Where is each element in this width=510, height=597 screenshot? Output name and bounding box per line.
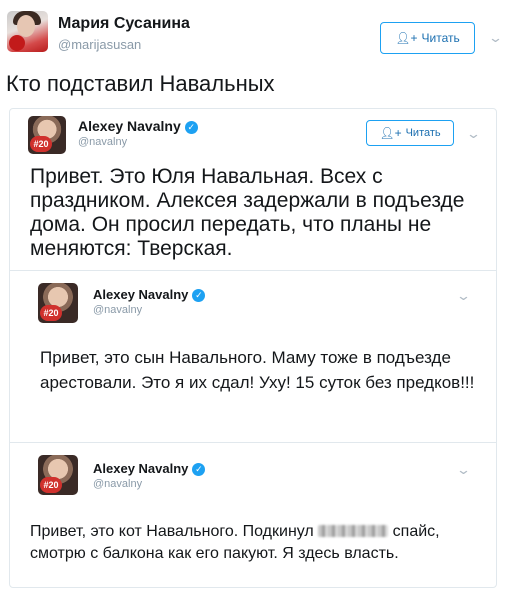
tweet-text: Кто подставил Навальных bbox=[6, 71, 275, 96]
chevron-down-icon[interactable]: ⌄ bbox=[456, 462, 471, 478]
verified-badge-icon: ✓ bbox=[184, 121, 198, 134]
avatar[interactable]: #20 bbox=[38, 283, 78, 323]
follow-label: Читать bbox=[421, 31, 460, 45]
divider bbox=[9, 442, 497, 443]
chevron-down-icon[interactable]: ⌄ bbox=[456, 288, 471, 304]
verified-badge-icon: ✓ bbox=[192, 289, 206, 302]
author-name: Alexey Navalny bbox=[78, 118, 181, 134]
boxing-glove-icon bbox=[9, 35, 25, 51]
author-name: Alexey Navalny bbox=[93, 461, 189, 476]
author-name[interactable]: Мария Сусанина bbox=[58, 15, 190, 33]
tweet-text: Привет. Это Юля Навальная. Всех с праздн… bbox=[30, 165, 465, 260]
tweet-text: Привет, это кот Навального. Подкинул спа… bbox=[30, 521, 490, 565]
tweet-text-part: Привет, это кот Навального. Подкинул bbox=[30, 523, 314, 540]
author-name-row[interactable]: Alexey Navalny ✓ bbox=[93, 287, 206, 302]
author-name-row[interactable]: Alexey Navalny ✓ bbox=[93, 461, 206, 476]
avatar[interactable] bbox=[7, 11, 48, 52]
author-name-row[interactable]: Alexey Navalny ✓ bbox=[78, 118, 198, 134]
avatar-face bbox=[17, 15, 35, 37]
avatar-badge: #20 bbox=[40, 477, 62, 493]
avatar-badge: #20 bbox=[30, 136, 52, 152]
author-name: Alexey Navalny bbox=[93, 287, 189, 302]
author-handle[interactable]: @navalny bbox=[93, 304, 142, 316]
avatar[interactable]: #20 bbox=[38, 455, 78, 495]
add-user-icon: 👤︎+ bbox=[379, 126, 402, 140]
chevron-down-icon[interactable]: ⌄ bbox=[466, 126, 481, 142]
verified-badge-icon: ✓ bbox=[192, 463, 206, 476]
avatar[interactable]: #20 bbox=[28, 116, 66, 154]
author-handle[interactable]: @marijasusan bbox=[58, 37, 141, 52]
follow-button[interactable]: 👤︎+ Читать bbox=[380, 22, 475, 54]
avatar-badge: #20 bbox=[40, 305, 62, 321]
redacted-word bbox=[318, 525, 389, 537]
follow-label: Читать bbox=[405, 127, 441, 139]
author-handle[interactable]: @navalny bbox=[93, 478, 142, 490]
tweet-text: Привет, это сын Навального. Маму тоже в … bbox=[40, 348, 475, 392]
follow-button[interactable]: 👤︎+ Читать bbox=[366, 120, 454, 146]
chevron-down-icon[interactable]: ⌄ bbox=[488, 30, 503, 46]
add-user-icon: 👤︎+ bbox=[395, 31, 418, 45]
author-handle[interactable]: @navalny bbox=[78, 136, 127, 148]
